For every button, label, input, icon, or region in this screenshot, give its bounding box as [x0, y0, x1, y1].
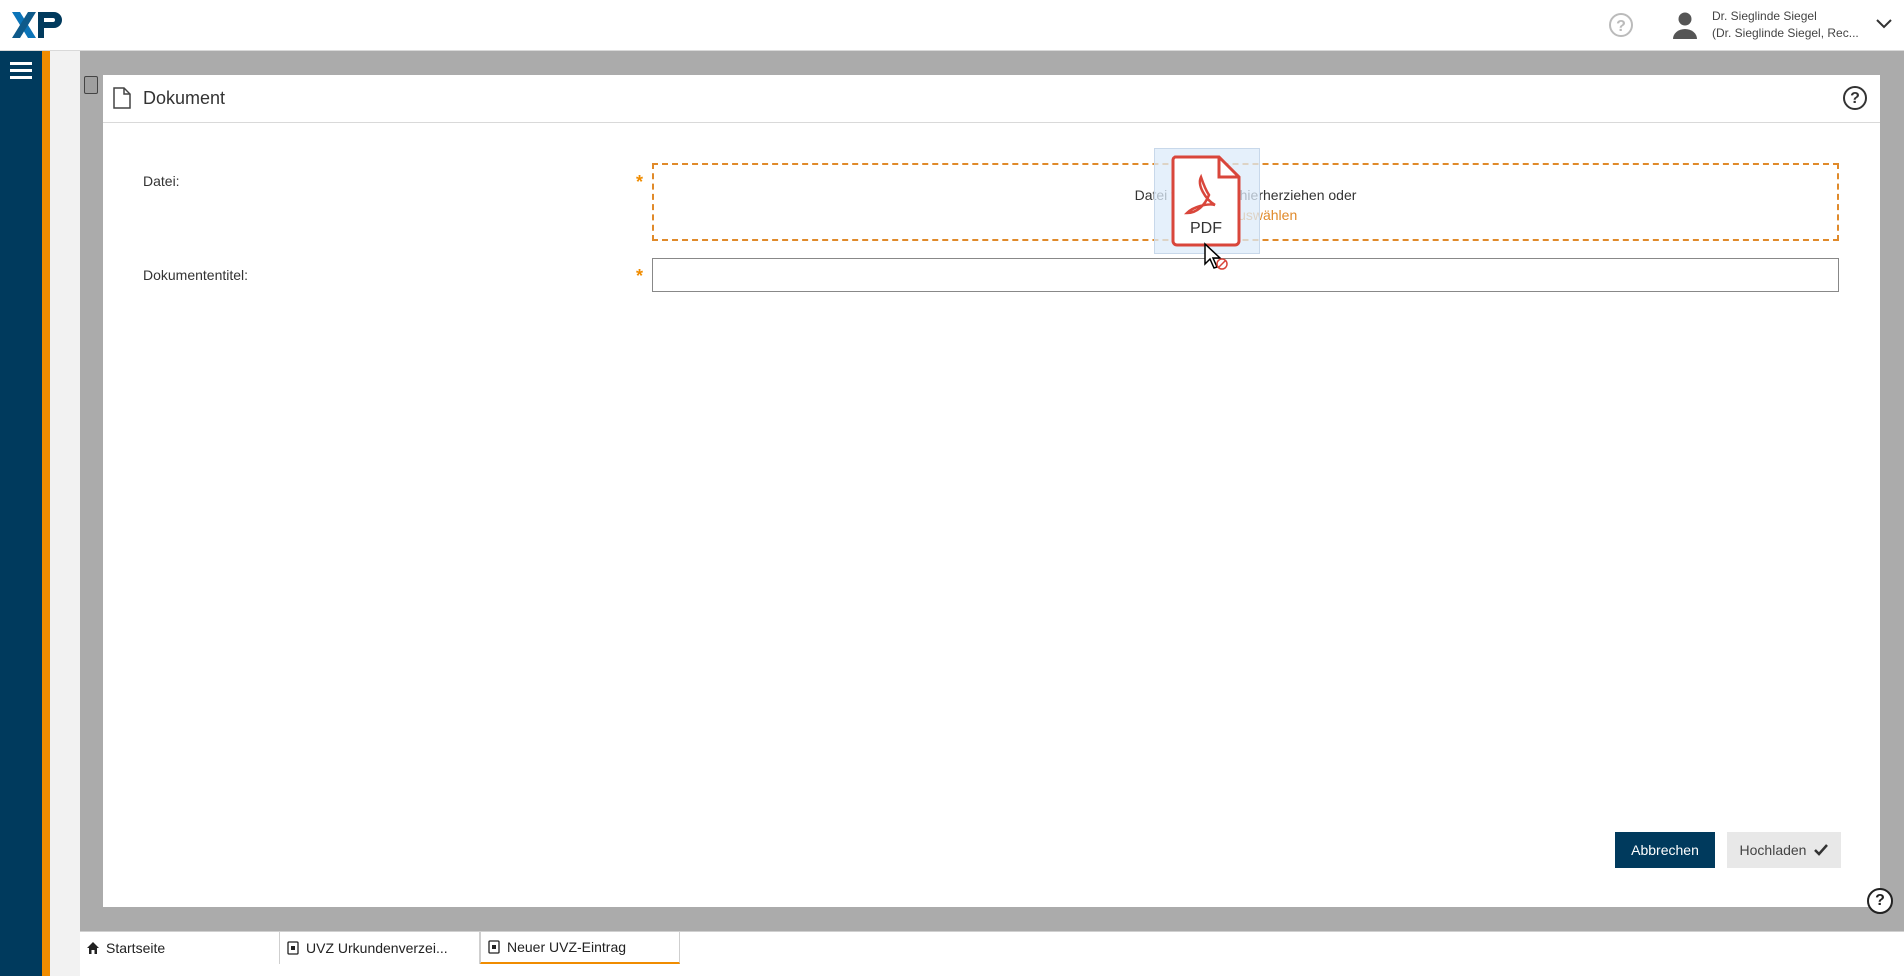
tab-label: UVZ Urkundenverzei... — [306, 940, 448, 956]
register-icon — [488, 940, 500, 954]
required-marker: * — [636, 266, 644, 286]
tab-uvz-urkundenverzeichnis[interactable]: UVZ Urkundenverzei... — [280, 932, 480, 964]
checkmark-icon — [1814, 844, 1829, 856]
file-label: Datei: — [143, 173, 180, 189]
required-marker: * — [636, 172, 644, 192]
home-icon — [87, 942, 99, 954]
drag-cursor-icon — [1204, 242, 1228, 270]
document-dialog: Dokument ? Datei: * Datei für Upload hie… — [103, 75, 1880, 907]
floating-help-icon[interactable]: ? — [1867, 888, 1893, 914]
document-icon — [113, 87, 131, 109]
tab-startseite[interactable]: Startseite — [80, 932, 280, 964]
user-name-block[interactable]: Dr. Sieglinde Siegel (Dr. Sieglinde Sieg… — [1712, 8, 1859, 42]
register-icon — [287, 941, 299, 955]
dialog-header: Dokument ? — [103, 75, 1880, 123]
tab-label: Startseite — [106, 940, 166, 956]
sidebar-accent — [42, 51, 50, 976]
dialog-help-icon[interactable]: ? — [1843, 86, 1867, 110]
pdf-file-icon: PDF — [1171, 155, 1241, 247]
xnp-logo[interactable] — [12, 10, 62, 40]
dialog-title: Dokument — [143, 88, 226, 108]
tab-label: Neuer UVZ-Eintrag — [507, 939, 627, 955]
chevron-down-icon[interactable] — [1875, 14, 1893, 32]
pdf-label: PDF — [1190, 220, 1222, 237]
bottom-tab-bar: Startseite UVZ Urkundenverzei... Neuer U… — [80, 931, 1904, 977]
sidebar-gutter — [50, 51, 80, 976]
upload-button-label: Hochladen — [1739, 842, 1807, 858]
user-role: (Dr. Sieglinde Siegel, Rec... — [1712, 26, 1859, 40]
top-bar: ? Dr. Sieglinde Siegel (Dr. Sieglinde Si… — [0, 0, 1904, 51]
user-icon[interactable] — [1670, 10, 1700, 40]
sidebar-rail — [0, 51, 42, 976]
document-title-label: Dokumententitel: — [143, 267, 249, 283]
tab-neuer-uvz-eintrag[interactable]: Neuer UVZ-Eintrag — [480, 932, 680, 964]
hamburger-menu-icon[interactable] — [10, 62, 32, 80]
help-icon[interactable]: ? — [1609, 13, 1633, 37]
upload-button[interactable]: Hochladen — [1727, 832, 1841, 868]
document-title-input[interactable] — [652, 258, 1839, 292]
user-name: Dr. Sieglinde Siegel — [1712, 9, 1817, 23]
cancel-button[interactable]: Abbrechen — [1615, 832, 1715, 868]
dragged-file-preview: PDF — [1154, 148, 1260, 254]
